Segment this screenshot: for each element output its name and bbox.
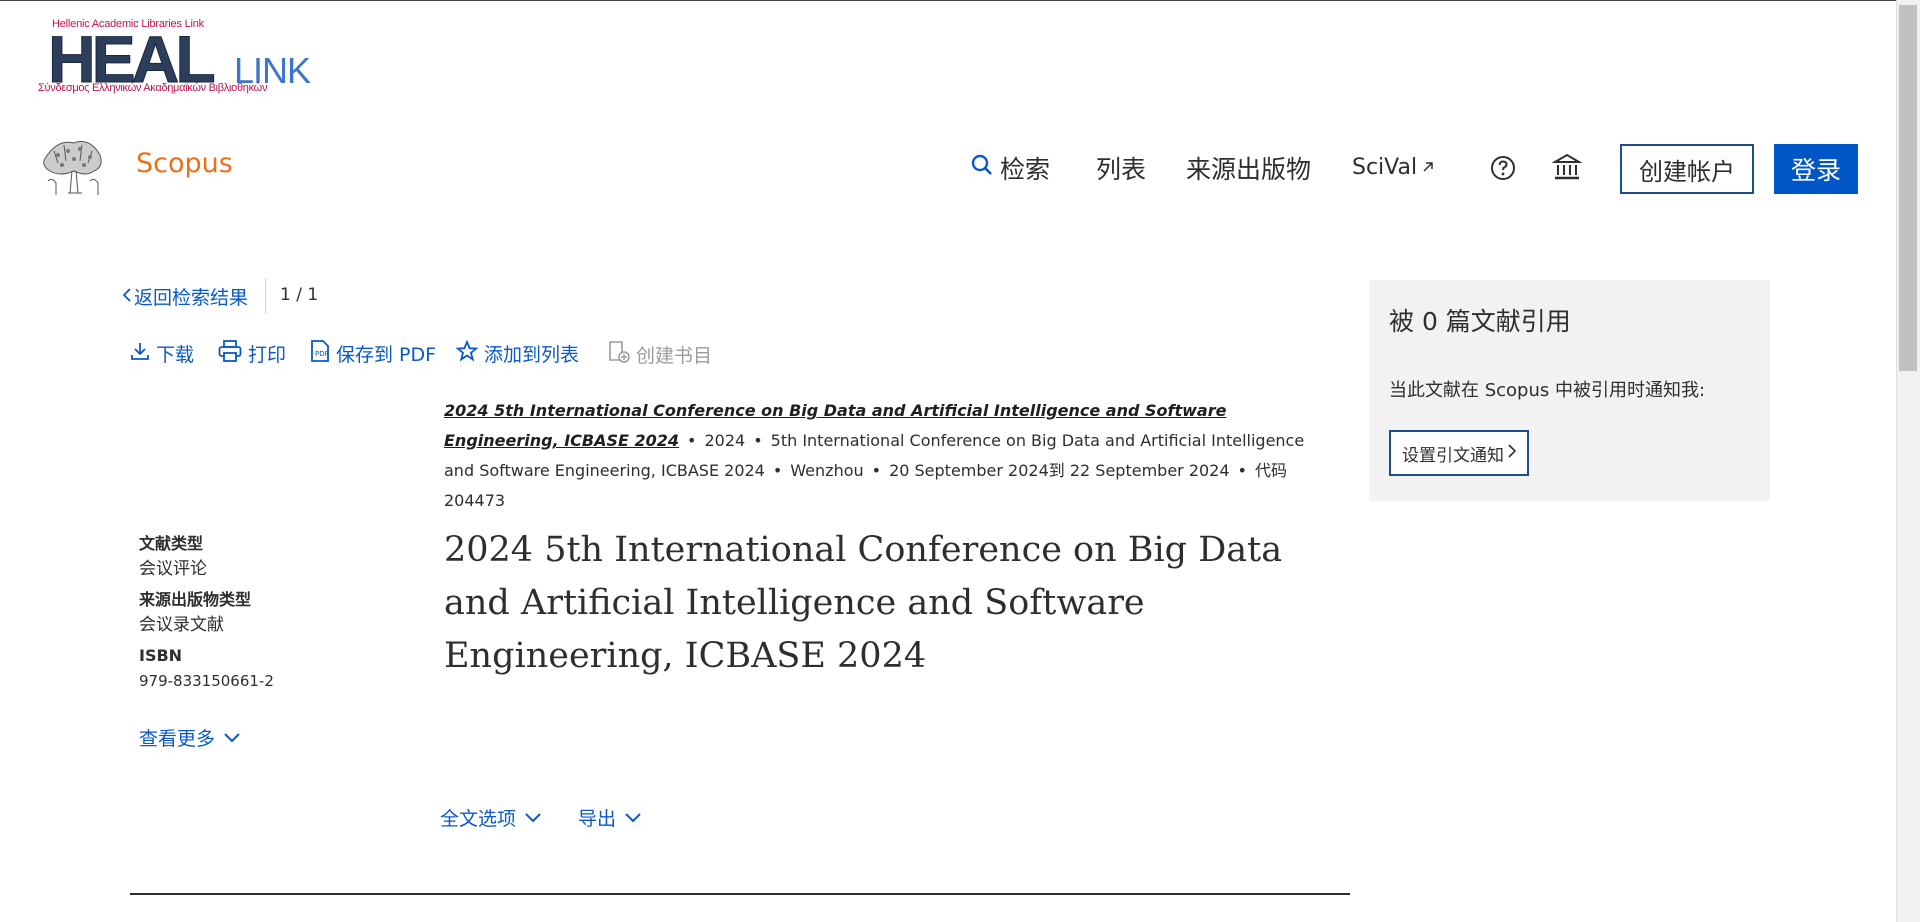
doc-type-label: 文献类型 bbox=[139, 534, 204, 553]
chevron-down-icon bbox=[624, 807, 642, 829]
create-account-button[interactable]: 创建帐户 bbox=[1620, 144, 1754, 194]
heal-link-logo[interactable]: Hellenic Academic Libraries Link HEAL LI… bbox=[38, 18, 311, 98]
export-label: 导出 bbox=[578, 808, 617, 830]
breadcrumb-divider bbox=[265, 278, 266, 314]
nav-scival[interactable]: SciVal bbox=[1352, 155, 1435, 180]
institution-icon[interactable] bbox=[1551, 152, 1583, 182]
full-text-options-label: 全文选项 bbox=[440, 808, 517, 830]
full-text-options-dropdown[interactable]: 全文选项 bbox=[440, 804, 542, 831]
chevron-down-icon bbox=[524, 807, 542, 829]
source-type-value: 会议录文献 bbox=[139, 615, 224, 635]
source-type-label: 来源出版物类型 bbox=[139, 590, 252, 609]
add-to-list-label: 添加到列表 bbox=[484, 344, 580, 366]
conference-location: Wenzhou bbox=[790, 461, 864, 480]
elsevier-logo[interactable] bbox=[38, 137, 108, 199]
pdf-icon: PDF bbox=[310, 340, 330, 367]
external-link-icon bbox=[1421, 155, 1435, 180]
cited-by-title: 被 0 篇文献引用 bbox=[1389, 307, 1571, 336]
nav-search[interactable]: 检索 bbox=[970, 150, 1050, 186]
back-to-results-label: 返回检索结果 bbox=[134, 287, 249, 309]
chevron-right-icon bbox=[1508, 443, 1517, 463]
document-metadata: 文献类型 会议评论 来源出版物类型 会议录文献 ISBN 979-8331506… bbox=[139, 534, 399, 702]
back-to-results-link[interactable]: 返回检索结果 bbox=[122, 283, 248, 310]
chevron-left-icon bbox=[122, 286, 132, 308]
nav-lists[interactable]: 列表 bbox=[1096, 150, 1146, 186]
source-info: 2024 5th International Conference on Big… bbox=[444, 401, 1305, 510]
see-more-label: 查看更多 bbox=[139, 728, 216, 750]
result-pager: 1 / 1 bbox=[280, 285, 319, 305]
bibliography-icon bbox=[608, 340, 630, 369]
download-button[interactable]: 下载 bbox=[130, 340, 194, 367]
create-bibliography-button: 创建书目 bbox=[608, 340, 712, 369]
star-icon bbox=[455, 339, 479, 367]
help-icon[interactable] bbox=[1490, 155, 1516, 181]
svg-text:PDF: PDF bbox=[315, 350, 329, 358]
download-label: 下载 bbox=[156, 344, 195, 366]
set-citation-alert-button[interactable]: 设置引文通知 bbox=[1389, 430, 1529, 476]
print-button[interactable]: 打印 bbox=[218, 340, 286, 367]
nav-scival-label: SciVal bbox=[1352, 155, 1418, 180]
cited-by-panel: 被 0 篇文献引用 当此文献在 Scopus 中被引用时通知我: 设置引文通知 bbox=[1369, 280, 1770, 501]
save-pdf-button[interactable]: PDF 保存到 PDF bbox=[310, 340, 436, 367]
window-top-border bbox=[0, 0, 1920, 1]
scrollbar-thumb[interactable] bbox=[1899, 5, 1917, 371]
heal-logo-greek-subtitle: Σύνδεσμος Ελληνικών Ακαδημαϊκών Βιβλιοθη… bbox=[38, 82, 268, 94]
login-button[interactable]: 登录 bbox=[1774, 144, 1858, 194]
isbn-value: 979-833150661-2 bbox=[139, 672, 274, 690]
download-icon bbox=[130, 341, 150, 366]
add-to-list-button[interactable]: 添加到列表 bbox=[455, 339, 580, 367]
search-icon bbox=[970, 153, 994, 183]
section-divider bbox=[130, 893, 1350, 895]
set-citation-alert-label: 设置引文通知 bbox=[1402, 445, 1504, 466]
chevron-down-icon bbox=[223, 727, 241, 749]
nav-sources[interactable]: 来源出版物 bbox=[1186, 150, 1311, 186]
printer-icon bbox=[218, 340, 242, 367]
isbn-label: ISBN bbox=[139, 646, 183, 665]
doc-type-value: 会议评论 bbox=[139, 559, 207, 579]
scopus-brand[interactable]: Scopus bbox=[136, 148, 233, 179]
print-label: 打印 bbox=[248, 344, 287, 366]
create-bibliography-label: 创建书目 bbox=[636, 345, 713, 367]
export-dropdown[interactable]: 导出 bbox=[578, 804, 642, 831]
citation-alert-description: 当此文献在 Scopus 中被引用时通知我: bbox=[1389, 380, 1706, 401]
save-pdf-label: 保存到 PDF bbox=[336, 344, 437, 366]
conference-dates: 20 September 2024到 22 September 2024 bbox=[889, 461, 1230, 480]
see-more-button[interactable]: 查看更多 bbox=[139, 724, 241, 751]
source-year: 2024 bbox=[704, 431, 746, 450]
document-title: 2024 5th International Conference on Big… bbox=[444, 530, 1283, 676]
nav-search-label: 检索 bbox=[1000, 155, 1051, 184]
